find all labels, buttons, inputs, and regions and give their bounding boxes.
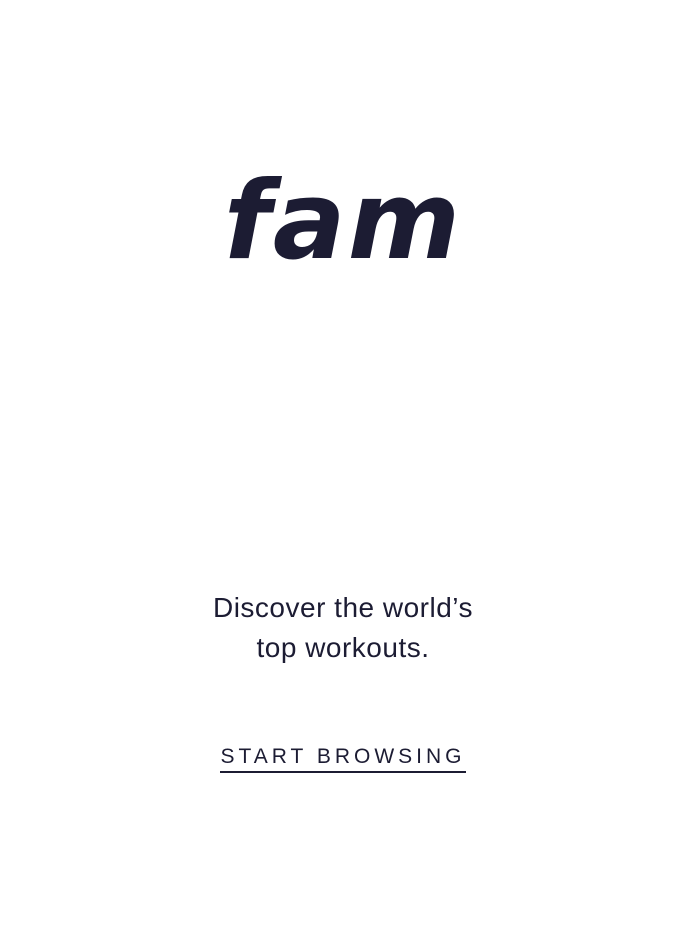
start-browsing-button[interactable]: START BROWSING (220, 744, 466, 773)
tagline: Discover the world’s top workouts. (0, 588, 686, 668)
cta-container: START BROWSING (0, 744, 686, 773)
tagline-line-2: top workouts. (256, 632, 430, 663)
tagline-line-1: Discover the world’s (212, 592, 474, 623)
app-logo: fam (223, 159, 463, 284)
welcome-screen: fam Discover the world’s top workouts. S… (0, 0, 686, 950)
